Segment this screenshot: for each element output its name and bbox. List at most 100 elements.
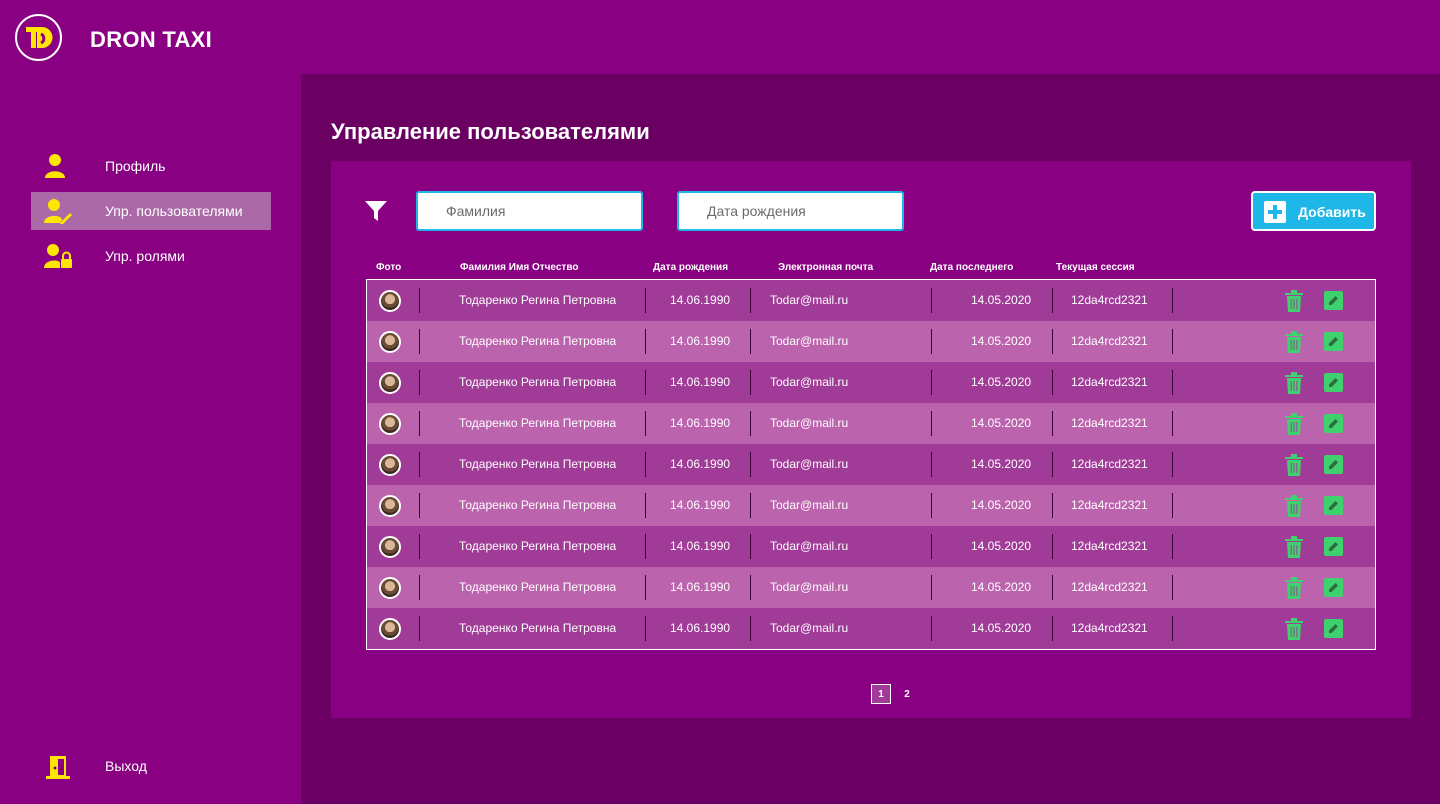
- edit-icon[interactable]: [1324, 619, 1343, 638]
- cell-email: Todar@mail.ru: [770, 457, 849, 471]
- table-row[interactable]: Тодаренко Регина Петровна 14.06.1990 Todar…: [367, 485, 1375, 526]
- plus-icon: [1264, 201, 1286, 223]
- cell-birthdate: 14.06.1990: [670, 416, 731, 430]
- delete-icon[interactable]: [1285, 618, 1303, 640]
- pagination-page-2[interactable]: 2: [897, 684, 917, 704]
- column-separator: [645, 452, 646, 477]
- cell-session: 12da4rcd2321: [1071, 498, 1148, 512]
- column-separator: [419, 329, 420, 354]
- cell-email: Todar@mail.ru: [770, 293, 849, 307]
- column-separator: [1052, 288, 1053, 313]
- table-row[interactable]: Тодаренко Регина Петровна 14.06.1990 Todar…: [367, 444, 1375, 485]
- column-separator: [645, 329, 646, 354]
- delete-icon[interactable]: [1285, 372, 1303, 394]
- edit-icon[interactable]: [1324, 414, 1343, 433]
- edit-icon[interactable]: [1324, 537, 1343, 556]
- cell-session: 12da4rcd2321: [1071, 580, 1148, 594]
- pagination-page-1[interactable]: 1: [871, 684, 891, 704]
- column-header-birthdate: Дата рождения: [653, 262, 729, 273]
- cell-email: Todar@mail.ru: [770, 498, 849, 512]
- sidebar-item-users[interactable]: Упр. пользователями: [31, 192, 271, 230]
- column-separator: [1052, 493, 1053, 518]
- delete-icon[interactable]: [1285, 495, 1303, 517]
- cell-birthdate: 14.06.1990: [670, 580, 731, 594]
- logo-icon[interactable]: [15, 14, 62, 61]
- cell-last-date: 14.05.2020: [971, 539, 1032, 553]
- delete-icon[interactable]: [1285, 413, 1303, 435]
- column-separator: [931, 411, 932, 436]
- delete-icon[interactable]: [1285, 536, 1303, 558]
- table-row[interactable]: Тодаренко Регина Петровна 14.06.1990 Todar…: [367, 280, 1375, 321]
- cell-last-date: 14.05.2020: [971, 498, 1032, 512]
- brand-name: DRON TAXI: [90, 27, 213, 52]
- edit-icon[interactable]: [1324, 291, 1343, 310]
- column-separator: [750, 329, 751, 354]
- column-separator: [931, 493, 932, 518]
- cell-fullname: Тодаренко Регина Петровна: [459, 498, 617, 512]
- sidebar-item-profile[interactable]: Профиль: [31, 147, 271, 185]
- column-separator: [931, 534, 932, 559]
- cell-session: 12da4rcd2321: [1071, 416, 1148, 430]
- cell-birthdate: 14.06.1990: [670, 539, 731, 553]
- column-separator: [1052, 411, 1053, 436]
- cell-last-date: 14.05.2020: [971, 293, 1032, 307]
- column-header-photo: Фото: [376, 262, 402, 273]
- table-row[interactable]: Тодаренко Регина Петровна 14.06.1990 Todar…: [367, 608, 1375, 649]
- delete-icon[interactable]: [1285, 331, 1303, 353]
- column-separator: [1172, 493, 1173, 518]
- delete-icon[interactable]: [1285, 290, 1303, 312]
- edit-icon[interactable]: [1324, 578, 1343, 597]
- cell-last-date: 14.05.2020: [971, 375, 1032, 389]
- avatar: [379, 331, 401, 353]
- edit-icon[interactable]: [1324, 373, 1343, 392]
- avatar: [379, 413, 401, 435]
- table-row[interactable]: Тодаренко Регина Петровна 14.06.1990 Todar…: [367, 321, 1375, 362]
- column-separator: [419, 452, 420, 477]
- cell-birthdate: 14.06.1990: [670, 334, 731, 348]
- users-lock-icon: [44, 244, 72, 268]
- app-header: DRON TAXI: [0, 0, 1440, 74]
- sidebar-item-roles[interactable]: Упр. ролями: [31, 237, 271, 275]
- column-separator: [1172, 370, 1173, 395]
- table-row[interactable]: Тодаренко Регина Петровна 14.06.1990 Todar…: [367, 362, 1375, 403]
- column-separator: [750, 534, 751, 559]
- users-panel: Добавить Фото Фамилия Имя Отчество Дата …: [331, 161, 1411, 718]
- cell-fullname: Тодаренко Регина Петровна: [459, 375, 617, 389]
- filter-icon[interactable]: [365, 201, 387, 221]
- cell-last-date: 14.05.2020: [971, 416, 1032, 430]
- cell-last-date: 14.05.2020: [971, 457, 1032, 471]
- edit-icon[interactable]: [1324, 332, 1343, 351]
- cell-birthdate: 14.06.1990: [670, 375, 731, 389]
- column-separator: [750, 616, 751, 641]
- logout-button[interactable]: Выход: [31, 748, 271, 784]
- sidebar-item-label: Профиль: [105, 158, 166, 174]
- cell-session: 12da4rcd2321: [1071, 457, 1148, 471]
- table-row[interactable]: Тодаренко Регина Петровна 14.06.1990 Todar…: [367, 567, 1375, 608]
- table-row[interactable]: Тодаренко Регина Петровна 14.06.1990 Todar…: [367, 526, 1375, 567]
- birthdate-filter-input[interactable]: [677, 191, 904, 231]
- column-separator: [1172, 534, 1173, 559]
- column-header-email: Электронная почта: [778, 262, 874, 273]
- edit-icon[interactable]: [1324, 496, 1343, 515]
- lastname-filter-input[interactable]: [416, 191, 643, 231]
- delete-icon[interactable]: [1285, 577, 1303, 599]
- column-separator: [750, 493, 751, 518]
- column-separator: [750, 370, 751, 395]
- column-separator: [1052, 575, 1053, 600]
- column-separator: [1172, 329, 1173, 354]
- edit-icon[interactable]: [1324, 455, 1343, 474]
- column-separator: [931, 329, 932, 354]
- column-separator: [419, 534, 420, 559]
- column-separator: [750, 575, 751, 600]
- column-separator: [419, 616, 420, 641]
- sidebar-item-label: Упр. пользователями: [105, 203, 243, 219]
- column-separator: [645, 616, 646, 641]
- users-table: Тодаренко Регина Петровна 14.06.1990 Todar…: [366, 279, 1376, 650]
- add-user-button[interactable]: Добавить: [1251, 191, 1376, 231]
- sidebar-item-label: Упр. ролями: [105, 248, 185, 264]
- delete-icon[interactable]: [1285, 454, 1303, 476]
- table-row[interactable]: Тодаренко Регина Петровна 14.06.1990 Todar…: [367, 403, 1375, 444]
- column-separator: [931, 575, 932, 600]
- column-separator: [1172, 575, 1173, 600]
- column-separator: [1052, 616, 1053, 641]
